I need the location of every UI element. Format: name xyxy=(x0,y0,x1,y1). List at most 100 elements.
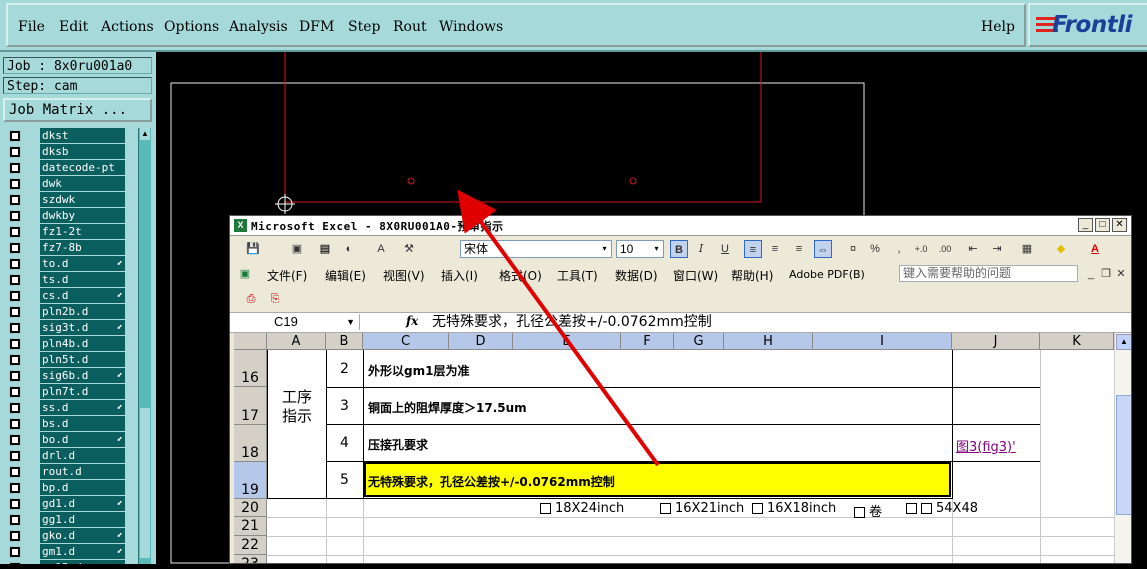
excel-titlebar[interactable]: X Microsoft Excel - 8X0RU001A0-预审指示 _ □ … xyxy=(230,216,1131,236)
layer-name[interactable]: bs.d xyxy=(40,416,125,431)
checkbox-option[interactable]: 16X21inch xyxy=(660,501,744,516)
layer-checkbox-icon[interactable] xyxy=(9,370,21,382)
layer-checkbox-icon[interactable] xyxy=(9,466,21,478)
layer-name[interactable]: bo.d ⬋ xyxy=(40,432,125,447)
layer-checkbox-icon[interactable] xyxy=(9,274,21,286)
excel-vertical-scrollbar[interactable]: ▲ xyxy=(1114,333,1131,563)
layer-name[interactable]: gm1.d ⬋ xyxy=(40,544,125,559)
layer-row[interactable]: datecode-pt xyxy=(3,160,125,176)
layer-checkbox-icon[interactable] xyxy=(9,242,21,254)
layer-row[interactable]: ts.d xyxy=(3,272,125,288)
convert-to-pdf-icon[interactable]: ⎙ xyxy=(242,290,260,308)
row-header-16[interactable]: 16 xyxy=(234,350,267,387)
menu-edit[interactable]: Edit xyxy=(59,19,88,35)
layer-name[interactable]: pln2b.d xyxy=(40,304,125,319)
layer-name[interactable]: gko.d ⬋ xyxy=(40,528,125,543)
xl-menu-window[interactable]: 窗口(W) xyxy=(673,267,718,284)
layer-checkbox-icon[interactable] xyxy=(9,322,21,334)
layer-row[interactable]: pln7t.d xyxy=(3,384,125,400)
col-header-g[interactable]: G xyxy=(674,333,724,350)
layer-checkbox-icon[interactable] xyxy=(9,450,21,462)
style-icon[interactable]: A xyxy=(372,240,390,258)
merge-center-icon[interactable]: ⇔ xyxy=(814,240,832,258)
layer-row[interactable]: gm15.d xyxy=(3,560,125,564)
menu-help[interactable]: Help xyxy=(981,19,1015,35)
layer-name[interactable]: dkst xyxy=(40,128,125,143)
xl-menu-help[interactable]: 帮助(H) xyxy=(731,267,773,284)
italic-button[interactable]: I xyxy=(692,240,710,258)
layer-checkbox-icon[interactable] xyxy=(9,546,21,558)
layer-name[interactable]: gd1.d ⬋ xyxy=(40,496,125,511)
checkbox-option[interactable]: 18X24inch xyxy=(540,501,624,516)
layer-name[interactable]: datecode-pt xyxy=(40,160,125,175)
fill-color-icon[interactable]: ◆ xyxy=(1052,240,1070,258)
layer-name[interactable]: to.d ⬋ xyxy=(40,256,125,271)
xl-menu-file[interactable]: 文件(F) xyxy=(267,267,307,284)
layer-row[interactable]: dwkby xyxy=(3,208,125,224)
close-icon[interactable]: ✕ xyxy=(1112,218,1127,232)
font-color-icon[interactable]: A xyxy=(1086,240,1104,258)
xl-menu-format[interactable]: 格式(O) xyxy=(499,267,542,284)
drawing-icon[interactable]: ◐ xyxy=(340,240,358,258)
col-header-k[interactable]: K xyxy=(1040,333,1114,350)
layer-checkbox-icon[interactable] xyxy=(9,434,21,446)
layer-row[interactable]: rout.d xyxy=(3,464,125,480)
comma-icon[interactable]: , xyxy=(890,240,908,258)
layer-checkbox-icon[interactable] xyxy=(9,338,21,350)
layer-row[interactable]: gko.d ⬋ xyxy=(3,528,125,544)
fig3-link[interactable]: 图3(fig3)' xyxy=(956,436,1016,455)
layer-name[interactable]: gg1.d xyxy=(40,512,125,527)
row-header-19[interactable]: 19 xyxy=(234,462,267,499)
layer-scrollbar[interactable]: ▲ xyxy=(138,128,151,564)
layer-name[interactable]: drl.d xyxy=(40,448,125,463)
row-header-18[interactable]: 18 xyxy=(234,425,267,462)
layer-name[interactable]: fz7-8b xyxy=(40,240,125,255)
layer-row[interactable]: bs.d xyxy=(3,416,125,432)
layer-name[interactable]: sig3t.d ⬋ xyxy=(40,320,125,335)
layer-checkbox-icon[interactable] xyxy=(9,194,21,206)
menu-file[interactable]: File xyxy=(18,19,45,35)
layer-name[interactable]: rout.d xyxy=(40,464,125,479)
layer-row[interactable]: drl.d xyxy=(3,448,125,464)
xl-menu-adobe-pdf[interactable]: Adobe PDF(B) xyxy=(789,268,865,281)
name-box[interactable]: C19 ▼ xyxy=(234,314,360,330)
layer-checkbox-icon[interactable] xyxy=(9,482,21,494)
layer-checkbox-icon[interactable] xyxy=(9,210,21,222)
layer-checkbox-icon[interactable] xyxy=(9,498,21,510)
layer-checkbox-icon[interactable] xyxy=(9,514,21,526)
layer-row[interactable]: bp.d xyxy=(3,480,125,496)
percent-icon[interactable]: % xyxy=(866,240,884,258)
col-header-e[interactable]: E xyxy=(513,333,621,350)
borders-icon[interactable]: ▦ xyxy=(1018,240,1036,258)
layer-name[interactable]: dwkby xyxy=(40,208,125,223)
menu-windows[interactable]: Windows xyxy=(439,19,503,35)
align-left-icon[interactable]: ≡ xyxy=(744,240,762,258)
worksheet-grid[interactable]: A B C D E F G H I J K 16 17 18 19 20 21 … xyxy=(234,333,1114,563)
layer-name[interactable]: sig6b.d ⬋ xyxy=(40,368,125,383)
increase-indent-icon[interactable]: ⇥ xyxy=(988,240,1006,258)
xl-menu-view[interactable]: 视图(V) xyxy=(383,267,425,284)
font-name-select[interactable]: 宋体 ▾ xyxy=(460,240,612,258)
layer-row[interactable]: pln2b.d xyxy=(3,304,125,320)
layer-row[interactable]: fz1-2t xyxy=(3,224,125,240)
insert-picture-icon[interactable]: ▣ xyxy=(288,240,306,258)
xl-menu-data[interactable]: 数据(D) xyxy=(615,267,658,284)
checkbox-option[interactable]: 16X18inch xyxy=(752,501,836,516)
layer-row[interactable]: dwk xyxy=(3,176,125,192)
layer-row[interactable]: cs.d ⬋ xyxy=(3,288,125,304)
layer-row[interactable]: ss.d ⬋ xyxy=(3,400,125,416)
layer-name[interactable]: gm15.d xyxy=(40,560,125,564)
format-painter-icon[interactable]: ⚒ xyxy=(400,240,418,258)
layer-name[interactable]: bp.d xyxy=(40,480,125,495)
currency-icon[interactable]: ¤ xyxy=(844,240,862,258)
layer-checkbox-icon[interactable] xyxy=(9,258,21,270)
layer-name[interactable]: pln4b.d xyxy=(40,336,125,351)
col-header-a[interactable]: A xyxy=(267,333,326,350)
col-header-i[interactable]: I xyxy=(813,333,952,350)
layer-checkbox-icon[interactable] xyxy=(9,530,21,542)
decrease-indent-icon[interactable]: ⇤ xyxy=(964,240,982,258)
layer-checkbox-icon[interactable] xyxy=(9,402,21,414)
row-header-23[interactable]: 23 xyxy=(234,555,267,563)
layer-checkbox-icon[interactable] xyxy=(9,306,21,318)
font-size-select[interactable]: 10 ▾ xyxy=(616,240,664,258)
